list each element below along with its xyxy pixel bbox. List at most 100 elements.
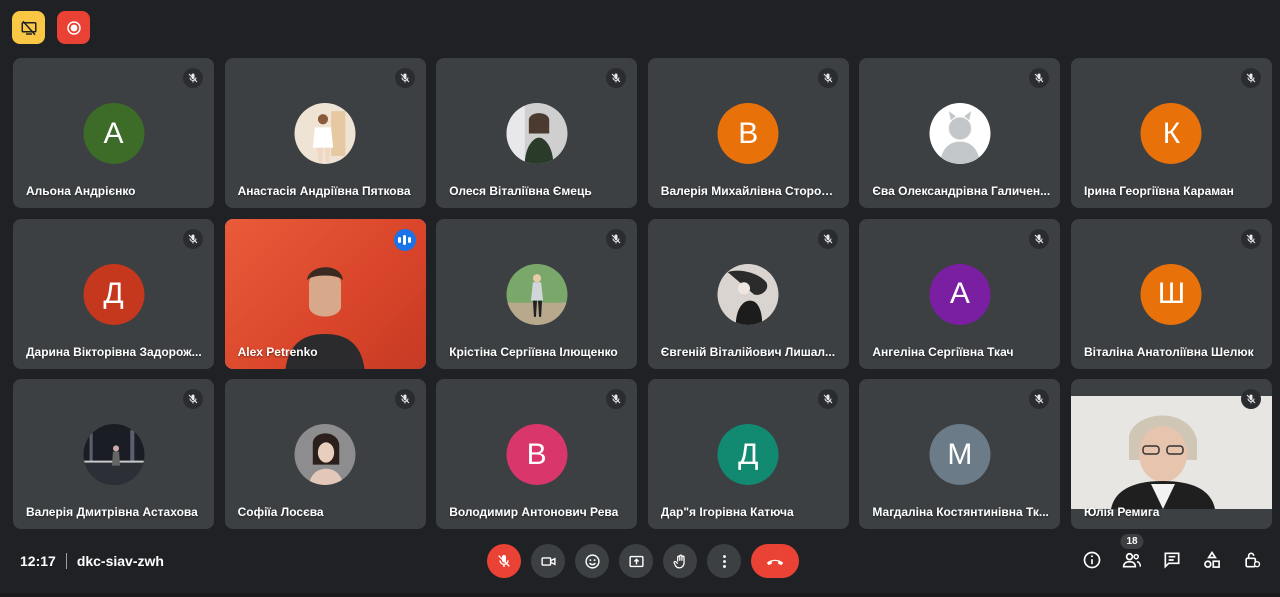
- mic-off-icon: [1240, 68, 1261, 88]
- participant-tile[interactable]: Олеся Віталіївна Ємець: [436, 58, 638, 208]
- mic-off-icon: [1240, 228, 1261, 249]
- avatar: [294, 103, 356, 164]
- participant-tile[interactable]: М Магдаліна Костянтинівна Тк...: [859, 379, 1061, 529]
- participant-tile[interactable]: Валерія Дмитрівна Астахова: [13, 379, 214, 529]
- more-options-button[interactable]: [707, 544, 741, 578]
- speaking-indicator-icon: [393, 228, 416, 251]
- mic-off-icon: [817, 68, 838, 88]
- avatar: [929, 103, 991, 164]
- mic-off-icon: [817, 389, 838, 409]
- raise-hand-icon: [672, 553, 685, 569]
- mic-off-icon: [1240, 389, 1261, 409]
- participant-name: Крістіна Сергіївна Ілющенко: [449, 344, 618, 359]
- avatar: Ш: [1140, 263, 1202, 325]
- meeting-time: 12:17: [20, 553, 56, 569]
- participant-tile[interactable]: К Ірина Георгіївна Караман: [1070, 58, 1272, 208]
- bottom-toolbar: 12:17 dkc-siav-zwh 18: [0, 534, 1280, 585]
- camera-toggle-button[interactable]: [531, 544, 565, 578]
- participant-tile[interactable]: Д Дарина Вікторівна Задорож...: [13, 218, 214, 369]
- mic-off-icon: [183, 389, 203, 409]
- mic-off-icon: [606, 389, 627, 409]
- bottom-strip: [0, 593, 1280, 597]
- participant-name: Софіїа Лосєва: [237, 505, 324, 519]
- participant-tile[interactable]: Юлія Ремига: [1070, 379, 1272, 529]
- reactions-button[interactable]: [575, 544, 609, 578]
- participant-tile[interactable]: А Альона Андрієнко: [13, 58, 214, 208]
- participant-tile[interactable]: Єва Олександрівна Галичен...: [859, 58, 1061, 208]
- avatar: В: [506, 424, 568, 485]
- participant-name: Віталіна Анатоліївна Шелюк: [1083, 344, 1254, 359]
- people-button[interactable]: 18: [1120, 534, 1144, 572]
- participant-tile[interactable]: Д Дар"я Ігорівна Катюча: [647, 379, 849, 529]
- participant-name: Олеся Віталіївна Ємець: [449, 184, 592, 198]
- mic-off-icon: [394, 68, 415, 88]
- participant-name: Валерія Михайлівна Сторож...: [660, 184, 839, 198]
- end-call-icon: [766, 559, 784, 566]
- meeting-code[interactable]: dkc-siav-zwh: [77, 553, 164, 569]
- host-controls-button[interactable]: [1240, 548, 1264, 572]
- participant-name: Ангеліна Сергіївна Ткач: [872, 344, 1014, 359]
- present-button[interactable]: [619, 544, 653, 578]
- mic-off-icon: [1029, 68, 1050, 88]
- leave-call-button[interactable]: [751, 544, 799, 578]
- mic-off-icon: [817, 228, 838, 249]
- people-icon: [1122, 552, 1142, 568]
- mic-off-icon: [394, 389, 415, 409]
- mic-off-icon: [1029, 389, 1050, 409]
- participant-count-badge: 18: [1120, 534, 1144, 549]
- mic-off-icon: [1029, 228, 1050, 249]
- avatar: М: [929, 424, 991, 485]
- side-panel-buttons: 18: [1080, 534, 1264, 572]
- participant-name: Анастасія Андріївна Пяткова: [237, 184, 411, 198]
- mic-off-icon: [183, 228, 203, 249]
- participant-tile[interactable]: Alex Petrenko: [224, 218, 426, 369]
- avatar: А: [83, 103, 144, 164]
- mic-off-icon: [183, 68, 203, 88]
- participant-video: [1070, 396, 1272, 509]
- participant-tile[interactable]: А Ангеліна Сергіївна Ткач: [859, 218, 1061, 369]
- avatar: В: [717, 103, 779, 164]
- participant-name: Дар"я Ігорівна Катюча: [660, 505, 794, 519]
- mic-off-icon: [606, 68, 627, 88]
- participant-name: Альона Андрієнко: [26, 184, 136, 198]
- emoji-icon: [584, 553, 600, 569]
- mic-toggle-button[interactable]: [487, 544, 521, 578]
- more-icon: [722, 554, 726, 568]
- participant-name: Валерія Дмитрівна Астахова: [26, 505, 198, 519]
- activities-icon: [1204, 550, 1220, 568]
- top-badges: [12, 11, 90, 44]
- participant-name: Юлія Ремига: [1083, 505, 1160, 519]
- avatar: К: [1140, 103, 1202, 164]
- info-icon: [1083, 551, 1101, 569]
- avatar: [294, 424, 356, 485]
- avatar: Д: [717, 424, 779, 485]
- participant-tile[interactable]: Євгеній Віталійович Лишал...: [647, 218, 849, 369]
- avatar: А: [929, 263, 991, 325]
- avatar: [717, 263, 779, 325]
- present-icon: [628, 555, 644, 567]
- participant-name: Володимир Антонович Рева: [449, 505, 619, 519]
- mic-off-icon: [606, 228, 627, 249]
- mic-off-icon: [498, 555, 510, 567]
- presentation-off-icon[interactable]: [12, 11, 45, 44]
- chat-button[interactable]: [1160, 548, 1184, 572]
- participant-name: Єва Олександрівна Галичен...: [872, 184, 1051, 198]
- meeting-info: 12:17 dkc-siav-zwh: [20, 553, 164, 569]
- participant-tile[interactable]: Анастасія Андріївна Пяткова: [224, 58, 426, 208]
- participant-tile[interactable]: В Володимир Антонович Рева: [436, 379, 638, 529]
- participant-name: Магдаліна Костянтинівна Тк...: [872, 505, 1049, 519]
- participant-tile[interactable]: Крістіна Сергіївна Ілющенко: [436, 218, 638, 369]
- info-button[interactable]: [1080, 548, 1104, 572]
- record-icon[interactable]: [57, 11, 90, 44]
- avatar: Д: [83, 263, 144, 325]
- camera-icon: [540, 556, 556, 566]
- participant-tile[interactable]: Софіїа Лосєва: [224, 379, 426, 529]
- host-controls-icon: [1245, 552, 1261, 568]
- participant-name: Alex Petrenko: [237, 344, 318, 359]
- avatar: [506, 263, 568, 325]
- participant-tile[interactable]: В Валерія Михайлівна Сторож...: [647, 58, 849, 208]
- participant-tile[interactable]: Ш Віталіна Анатоліївна Шелюк: [1070, 218, 1272, 369]
- activities-button[interactable]: [1200, 548, 1224, 572]
- raise-hand-button[interactable]: [663, 544, 697, 578]
- participant-name: Дарина Вікторівна Задорож...: [26, 344, 202, 359]
